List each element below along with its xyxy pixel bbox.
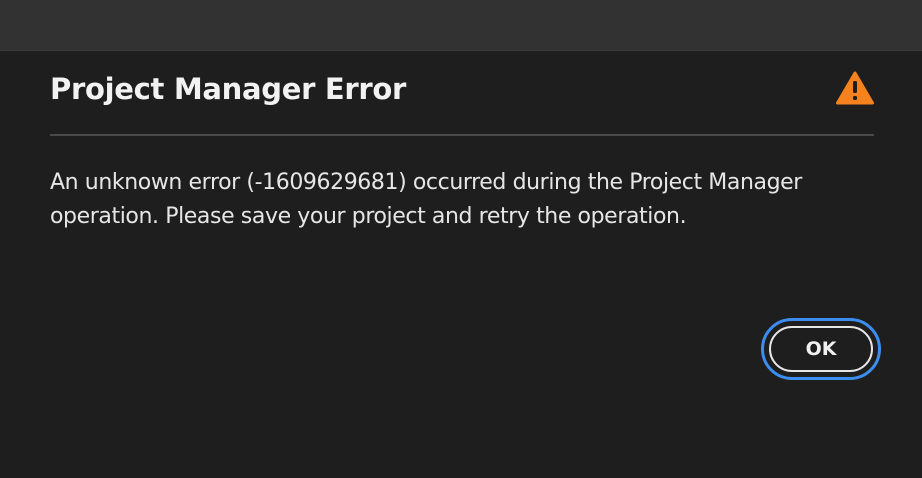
header-divider — [50, 134, 874, 136]
error-message: An unknown error (-1609629681) occurred … — [50, 170, 802, 229]
dialog-title: Project Manager Error — [50, 72, 407, 106]
ok-button-focus-ring: OK — [761, 318, 881, 380]
window-titlebar — [0, 0, 922, 51]
error-dialog — [0, 51, 922, 478]
warning-icon — [836, 71, 874, 105]
dialog-header: Project Manager Error — [50, 69, 874, 115]
ok-button[interactable]: OK — [769, 326, 873, 372]
